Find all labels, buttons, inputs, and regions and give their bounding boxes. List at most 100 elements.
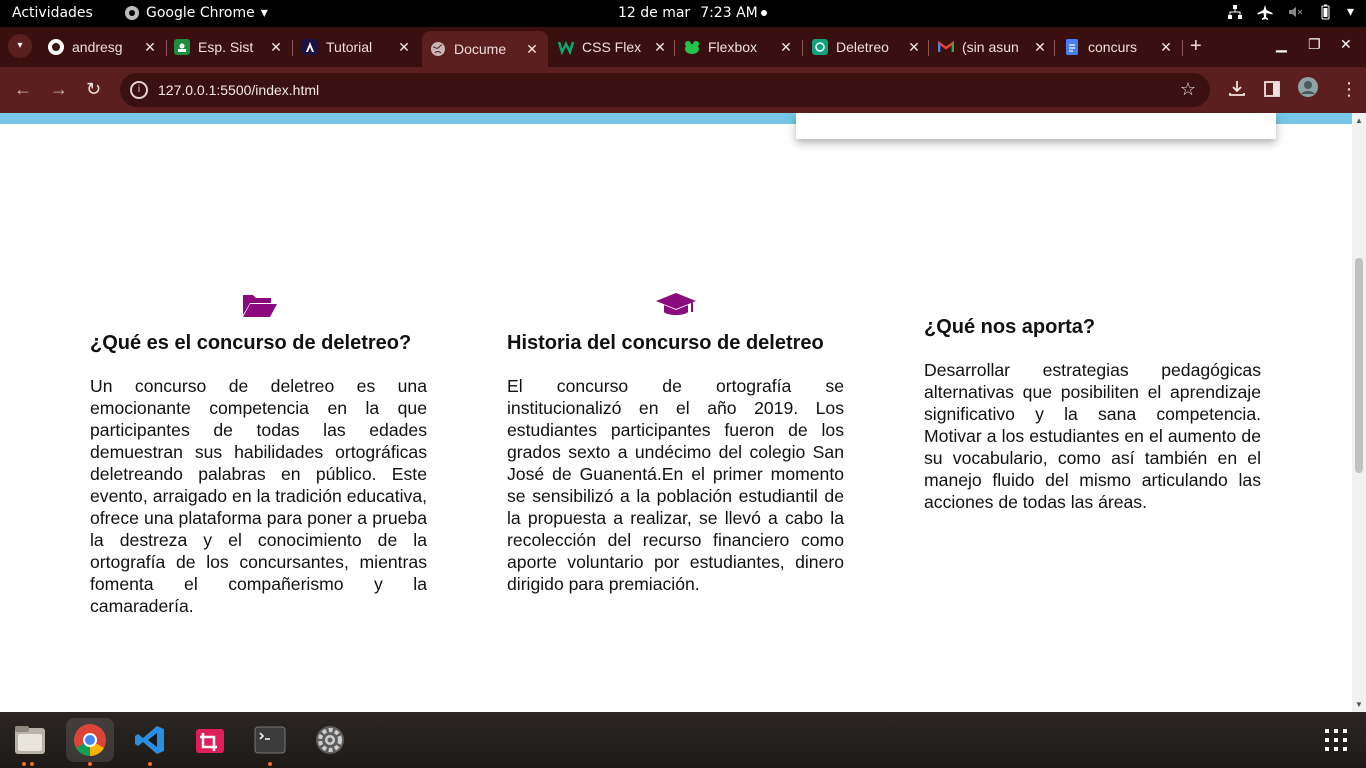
section-title: ¿Qué nos aporta? bbox=[924, 316, 1096, 338]
tab-title: Esp. Sist bbox=[198, 39, 254, 55]
folder-open-icon bbox=[242, 295, 277, 317]
app-menu[interactable]: Google Chrome ▾ bbox=[124, 5, 268, 21]
tab-documento-active[interactable]: Docume ✕ bbox=[422, 31, 548, 67]
chatgpt-icon bbox=[812, 39, 828, 55]
close-tab-icon[interactable]: ✕ bbox=[778, 39, 794, 56]
tab-separator bbox=[802, 40, 803, 56]
close-tab-icon[interactable]: ✕ bbox=[524, 41, 540, 58]
minimize-button[interactable]: ▁ bbox=[1276, 36, 1287, 53]
bookmark-star-icon[interactable]: ☆ bbox=[1180, 79, 1196, 100]
clock-time: 7:23 AM bbox=[700, 5, 758, 21]
tab-separator bbox=[674, 40, 675, 56]
files-icon bbox=[15, 726, 45, 754]
side-panel-icon[interactable] bbox=[1264, 81, 1280, 97]
running-indicator bbox=[268, 762, 272, 766]
tab-github[interactable]: andresg ✕ bbox=[40, 31, 166, 63]
scrollbar-thumb[interactable] bbox=[1355, 258, 1363, 473]
section-text: Un concurso de deletreo es una emocionan… bbox=[90, 376, 427, 616]
tab-title: concurs bbox=[1088, 39, 1138, 55]
address-bar[interactable]: i 127.0.0.1:5500/index.html ☆ bbox=[120, 73, 1210, 107]
tab-title: Flexbox bbox=[708, 39, 758, 55]
chrome-small-icon bbox=[125, 6, 139, 20]
page-viewport: ¿Qué es el concurso de deletreo? Un conc… bbox=[0, 113, 1352, 712]
w3-icon bbox=[558, 41, 574, 55]
clock[interactable]: 12 de mar 7:23 AM bbox=[618, 5, 758, 21]
classroom-icon bbox=[174, 39, 190, 55]
close-tab-icon[interactable]: ✕ bbox=[268, 39, 284, 56]
network-icon bbox=[1227, 5, 1242, 19]
site-info-icon[interactable]: i bbox=[130, 81, 148, 99]
caret-down-icon: ▾ bbox=[260, 5, 268, 21]
tab-strip: ▾ andresg ✕ Esp. Sist ✕ Tutorial ✕ Docum… bbox=[0, 27, 1366, 67]
dock bbox=[0, 712, 1366, 768]
volume-muted-icon bbox=[1288, 7, 1303, 17]
close-tab-icon[interactable]: ✕ bbox=[1158, 39, 1174, 56]
maximize-button[interactable]: ❐ bbox=[1308, 36, 1321, 53]
vscode-icon bbox=[135, 726, 164, 754]
section-text: Desarrollar estrategias pedagógicas alte… bbox=[924, 360, 1261, 512]
power-menu-caret-icon: ▾ bbox=[1346, 4, 1354, 20]
app-grid-icon[interactable] bbox=[1324, 728, 1348, 752]
dock-screenshot[interactable] bbox=[186, 718, 234, 762]
dock-vscode[interactable] bbox=[126, 718, 174, 766]
battery-icon bbox=[1321, 4, 1330, 20]
tab-classroom[interactable]: Esp. Sist ✕ bbox=[166, 31, 292, 63]
close-tab-icon[interactable]: ✕ bbox=[142, 39, 158, 56]
running-indicator bbox=[148, 762, 152, 766]
tab-angular[interactable]: Tutorial ✕ bbox=[294, 31, 420, 63]
scroll-up-arrow-icon[interactable]: ▲ bbox=[1355, 116, 1363, 125]
download-icon[interactable] bbox=[1228, 79, 1246, 97]
tab-separator bbox=[292, 40, 293, 56]
running-indicator bbox=[30, 762, 34, 766]
chrome-icon bbox=[74, 724, 106, 757]
settings-icon bbox=[316, 726, 344, 754]
tab-title: CSS Flex bbox=[582, 39, 642, 55]
screenshot-icon bbox=[196, 729, 224, 753]
floating-card bbox=[796, 113, 1276, 139]
running-indicator bbox=[88, 762, 92, 766]
airplane-icon bbox=[1257, 5, 1273, 20]
terminal-icon bbox=[254, 726, 286, 754]
gmail-icon bbox=[938, 40, 954, 52]
notification-dot bbox=[761, 10, 767, 16]
tab-separator bbox=[1182, 40, 1183, 56]
section-que-aporta: ¿Qué nos aporta? Desarrollar estrategias… bbox=[924, 315, 1261, 513]
system-tray[interactable]: ▾ bbox=[1227, 4, 1354, 20]
scroll-down-arrow-icon[interactable]: ▼ bbox=[1355, 700, 1363, 709]
reload-button[interactable]: ↻ bbox=[86, 79, 101, 100]
url-text: 127.0.0.1:5500/index.html bbox=[158, 82, 320, 98]
angular-icon bbox=[302, 39, 318, 55]
globe-icon bbox=[431, 42, 445, 56]
close-tab-icon[interactable]: ✕ bbox=[1032, 39, 1048, 56]
dock-settings[interactable] bbox=[306, 718, 354, 762]
page-scrollbar[interactable]: ▲ ▼ bbox=[1352, 113, 1366, 712]
section-historia: Historia del concurso de deletreo El con… bbox=[507, 291, 844, 595]
froggy-icon bbox=[685, 41, 699, 54]
tab-search-button[interactable]: ▾ bbox=[8, 34, 32, 58]
profile-avatar[interactable] bbox=[1298, 77, 1318, 97]
section-title: ¿Qué es el concurso de deletreo? bbox=[90, 332, 412, 354]
tab-gmail[interactable]: (sin asun ✕ bbox=[930, 31, 1056, 63]
activities-button[interactable]: Actividades bbox=[12, 5, 93, 21]
close-tab-icon[interactable]: ✕ bbox=[396, 39, 412, 56]
forward-button[interactable]: → bbox=[50, 79, 68, 100]
tab-flexbox-froggy[interactable]: Flexbox ✕ bbox=[676, 31, 802, 63]
back-button[interactable]: ← bbox=[14, 79, 32, 100]
tab-chatgpt[interactable]: Deletreo ✕ bbox=[804, 31, 930, 63]
dock-chrome[interactable] bbox=[66, 718, 114, 766]
tab-title: Tutorial bbox=[326, 39, 373, 55]
close-tab-icon[interactable]: ✕ bbox=[652, 39, 668, 56]
dock-files[interactable] bbox=[6, 718, 54, 766]
tab-google-docs[interactable]: concurs ✕ bbox=[1056, 31, 1182, 63]
chrome-menu-icon[interactable]: ⋮ bbox=[1340, 79, 1358, 100]
section-title: Historia del concurso de deletreo bbox=[507, 332, 824, 354]
running-indicator bbox=[22, 762, 26, 766]
section-que-es: ¿Qué es el concurso de deletreo? Un conc… bbox=[90, 291, 427, 617]
tab-title: andresg bbox=[72, 39, 123, 55]
tab-w3schools[interactable]: CSS Flex ✕ bbox=[550, 31, 676, 63]
close-tab-icon[interactable]: ✕ bbox=[906, 39, 922, 56]
new-tab-button[interactable]: + bbox=[1190, 35, 1202, 58]
dock-terminal[interactable] bbox=[246, 718, 294, 766]
close-window-button[interactable]: ✕ bbox=[1340, 36, 1352, 53]
tab-title: Docume bbox=[454, 41, 507, 57]
